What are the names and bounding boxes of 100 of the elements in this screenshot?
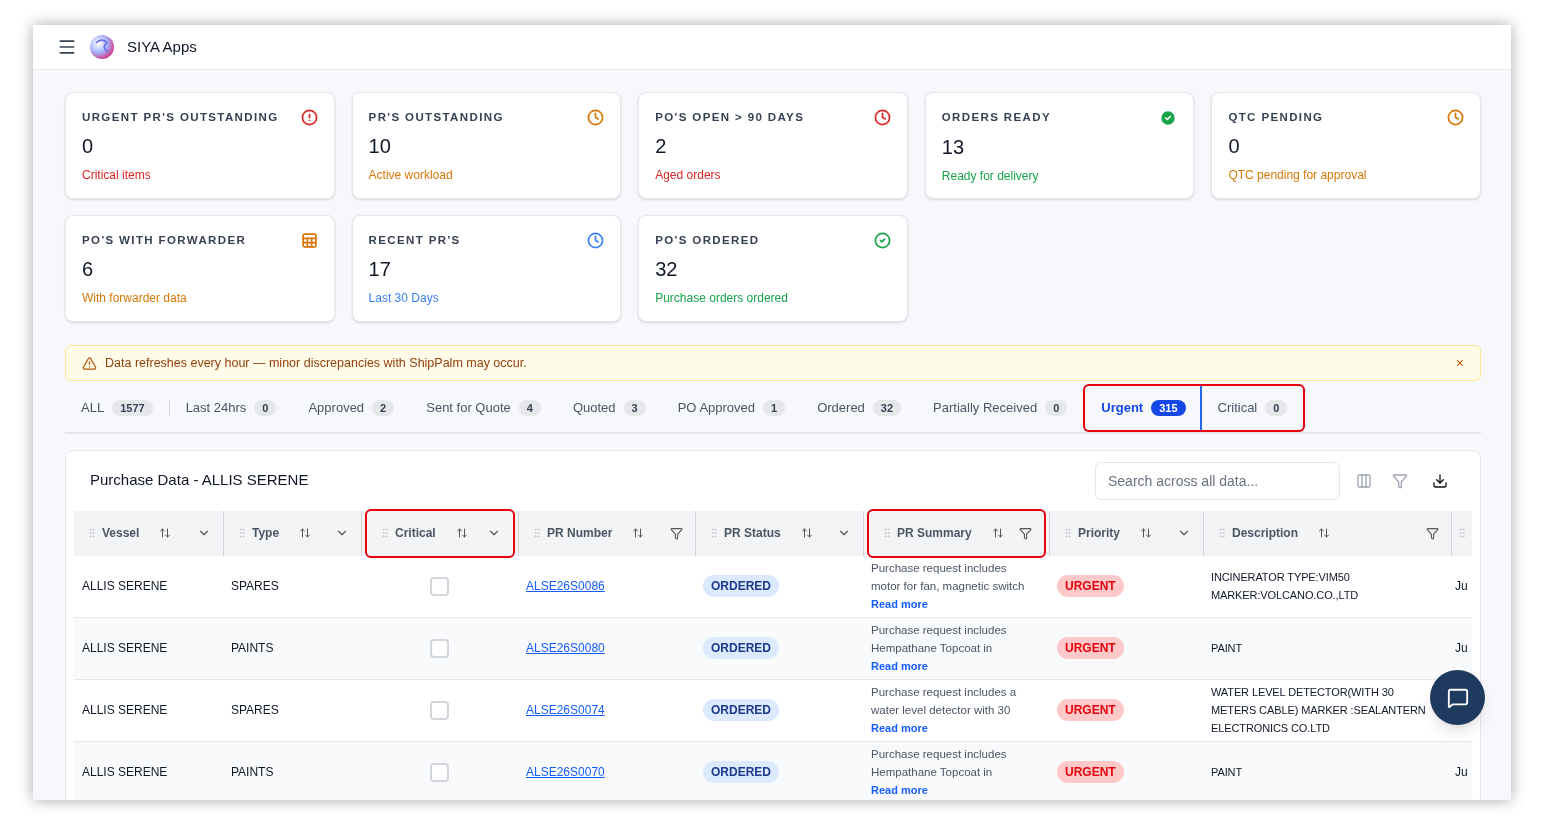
card-value: 6 (82, 257, 95, 282)
column-header[interactable]: Type (224, 510, 361, 556)
card-value: 32 (655, 257, 679, 282)
table-cell-text: Ju (1455, 578, 1468, 595)
pr-number-link[interactable]: ALSE26S0070 (526, 763, 605, 781)
pr-number-link[interactable]: ALSE26S0074 (526, 701, 605, 719)
priority-badge: URGENT (1057, 699, 1124, 721)
card-value: 17 (368, 257, 392, 282)
close-button[interactable]: × (1455, 352, 1464, 374)
app-title: SIYA Apps (127, 36, 197, 57)
column-title: PR Number (547, 525, 613, 542)
card-title: URGENT PR'S OUTSTANDING (82, 110, 279, 125)
filter-tab[interactable]: PO Approved 1 (661, 384, 802, 432)
table-cell-text: ALLIS SERENE (82, 640, 168, 657)
table-cell-text: Ju (1455, 640, 1468, 657)
card-title: PO'S ORDERED (655, 233, 760, 248)
table-cell-text: INCINERATOR TYPE:VIM50 MARKER:VOLCANO.CO.,LTD (1211, 570, 1360, 603)
count-badge: 2 (372, 399, 395, 416)
column-header[interactable]: PR Number (519, 510, 695, 556)
column-header[interactable]: Vessel (74, 510, 223, 556)
read-more-link[interactable]: Read more (871, 719, 928, 737)
table-cell-text: PAINTS (231, 764, 274, 781)
summary-text: Purchase request includes Hempathane Topcoat in (871, 623, 1008, 656)
count-badge: 1577 (112, 399, 153, 416)
count-badge: 0 (1045, 399, 1068, 416)
table-cell-text: ALLIS SERENE (82, 702, 168, 719)
card-title: PR'S OUTSTANDING (368, 110, 504, 125)
card-title: ORDERS READY (941, 110, 1051, 126)
column-title: PR Summary (897, 525, 972, 542)
card-title: RECENT PR'S (368, 233, 461, 248)
filter-tab[interactable]: Ordered 32 (801, 384, 918, 432)
column-title: Critical (395, 525, 436, 542)
card-caption: Aged orders (655, 167, 722, 185)
summary-text: Purchase request includes motor for fan, magnetic switch (871, 561, 1026, 594)
table-cell-text: ALLIS SERENE (82, 578, 168, 595)
card-caption: QTC pending for approval (1228, 167, 1368, 185)
table-cell-text: SPARES (231, 578, 279, 595)
read-more-link[interactable]: Read more (871, 781, 928, 799)
column-title: Vessel (102, 525, 140, 542)
card-value: 13 (941, 135, 966, 159)
table-cell-text: ALLIS SERENE (82, 764, 168, 781)
column-header[interactable]: Critical (365, 508, 515, 558)
status-badge: ORDERED (703, 575, 779, 597)
card-caption: Critical items (82, 167, 152, 185)
card-title: QTC PENDING (1228, 110, 1324, 125)
priority-badge: URGENT (1057, 637, 1124, 659)
read-more-link[interactable]: Read more (871, 657, 928, 675)
table-title: Purchase Data - ALLIS SERENE (90, 470, 310, 491)
card-value: 10 (368, 134, 392, 159)
filter-tab[interactable]: Sent for Quote 4 (410, 384, 557, 432)
column-header[interactable]: Priority (1050, 510, 1203, 556)
filter-tab[interactable]: Critical 0 (1201, 384, 1306, 432)
read-more-link[interactable]: Read more (871, 595, 928, 613)
filter-tab[interactable]: Approved 2 (292, 384, 411, 432)
status-badge: ORDERED (703, 699, 779, 721)
filter-tab[interactable]: Quoted 3 (556, 384, 662, 432)
count-badge: 0 (1265, 399, 1288, 416)
card-caption: Purchase orders ordered (655, 290, 789, 308)
search-field[interactable]: Search across all data... (1095, 461, 1340, 500)
pr-number-link[interactable]: ALSE26S0080 (526, 639, 605, 657)
filter-tab[interactable]: Partially Received 0 (917, 384, 1084, 432)
column-title: PR Status (724, 525, 781, 542)
count-badge: 1 (763, 399, 786, 416)
card-caption: Last 30 Days (368, 290, 440, 308)
filter-tab[interactable]: Urgent 315 (1083, 384, 1202, 432)
filter-tab[interactable]: Last 24hrs 0 (169, 384, 293, 432)
summary-text: Purchase request includes Hempathane Topcoat in (871, 747, 1008, 780)
table-cell-text: PAINT (1211, 765, 1243, 780)
table-cell-text: SPARES (231, 702, 279, 719)
pr-number-link[interactable]: ALSE26S0086 (526, 577, 605, 595)
card-value: 0 (1228, 134, 1241, 159)
count-badge: 32 (872, 399, 902, 416)
column-title: Priority (1078, 525, 1120, 542)
card-title: PO'S WITH FORWARDER (82, 233, 247, 248)
count-badge: 315 (1151, 399, 1186, 416)
count-badge: 0 (254, 399, 277, 416)
status-badge: ORDERED (703, 761, 779, 783)
card-title: PO'S OPEN > 90 DAYS (655, 110, 805, 125)
column-header[interactable]: Description (1204, 510, 1451, 556)
card-value: 2 (655, 134, 668, 159)
table-cell-text: PAINTS (231, 640, 274, 657)
status-badge: ORDERED (703, 637, 779, 659)
count-badge: 3 (623, 399, 646, 416)
priority-badge: URGENT (1057, 575, 1124, 597)
column-header[interactable]: PR Summary (867, 508, 1046, 558)
count-badge: 4 (518, 399, 541, 416)
column-header[interactable]: PR Status (696, 510, 863, 556)
notice-text: Data refreshes every hour — minor discrepancies with ShipPalm may occur. (105, 354, 528, 372)
priority-badge: URGENT (1057, 761, 1124, 783)
table-cell-text: Ju (1455, 764, 1468, 781)
card-value: 0 (82, 134, 95, 159)
table-cell-text: WATER LEVEL DETECTOR(WITH 30 METERS CABLE) MARKER :SEALANTERN ELECTRONICS CO.LTD (1211, 685, 1427, 736)
table-cell-text: PAINT (1211, 641, 1243, 656)
filter-tab[interactable]: ALL 1577 (65, 384, 169, 432)
summary-text: Purchase request includes a water level detector with 30 (871, 685, 1018, 718)
card-caption: With forwarder data (82, 290, 188, 308)
card-caption: Active workload (368, 167, 454, 185)
column-title: Type (252, 525, 280, 542)
column-title: Description (1232, 525, 1298, 542)
card-caption: Ready for delivery (941, 168, 1040, 185)
